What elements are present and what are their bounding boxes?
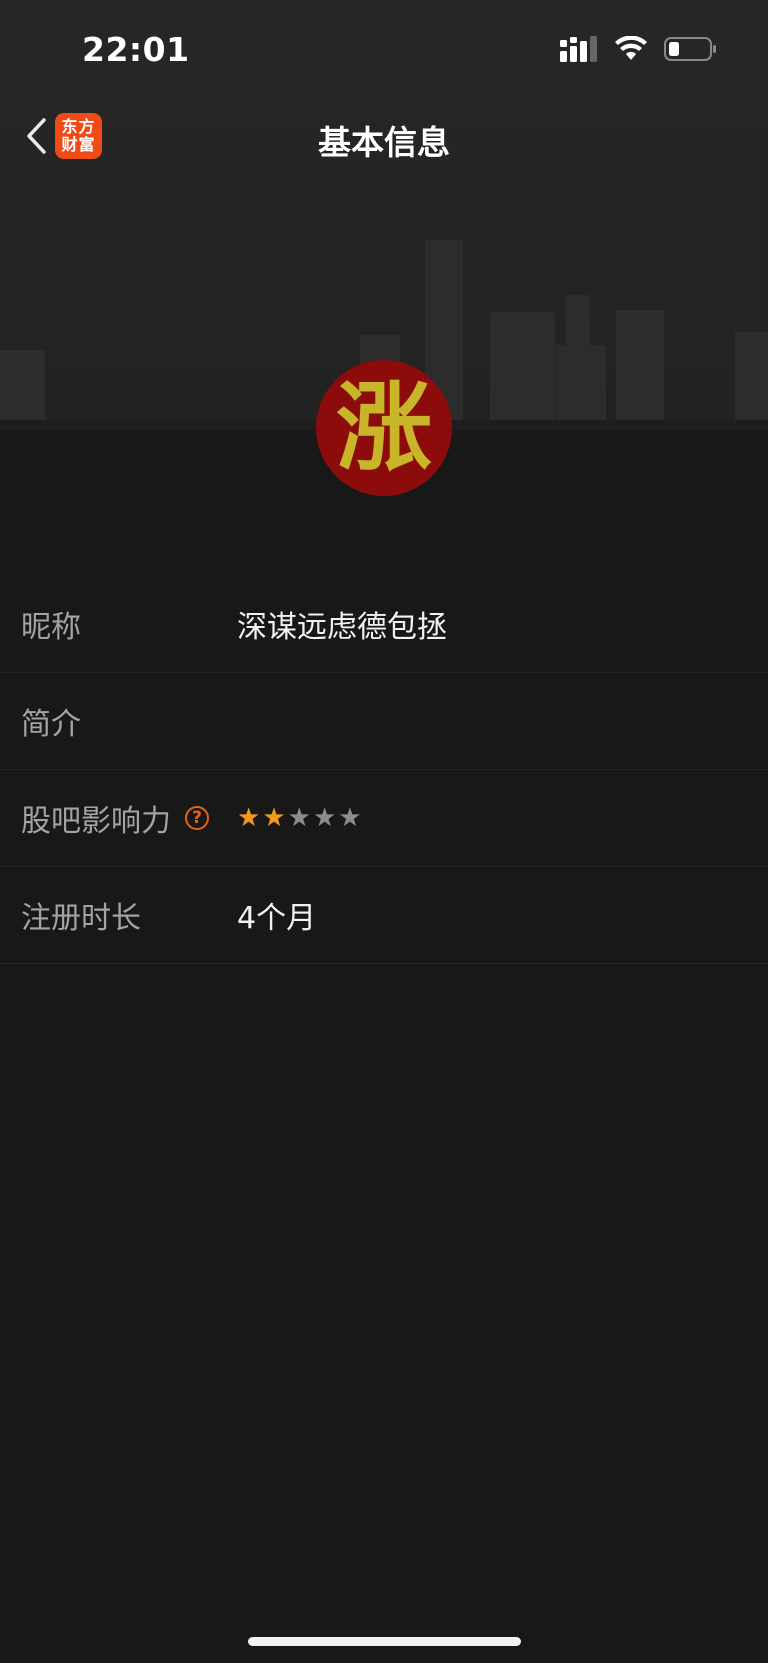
nickname-value: 深谋远虑德包拯 <box>237 610 447 645</box>
status-icons <box>560 36 718 62</box>
home-indicator[interactable] <box>248 1637 521 1646</box>
nav-bar: 东方 财富 基本信息 <box>0 100 768 172</box>
status-bar: 22:01 <box>0 0 768 100</box>
status-time: 22:01 <box>82 30 190 69</box>
info-list: 昵称 深谋远虑德包拯 简介 股吧影响力 ? ★ ★ ★ ★ ★ 注册时长 4个月 <box>0 576 768 964</box>
registration-label: 注册时长 <box>21 901 141 936</box>
bio-label: 简介 <box>21 707 81 742</box>
info-row-influence: 股吧影响力 ? ★ ★ ★ ★ ★ <box>0 770 768 867</box>
page-title: 基本信息 <box>318 123 450 162</box>
star-filled-icon: ★ <box>237 803 261 833</box>
star-empty-icon: ★ <box>338 803 362 833</box>
star-empty-icon: ★ <box>312 803 337 833</box>
star-rating: ★ ★ ★ ★ ★ <box>237 805 362 831</box>
wifi-icon <box>615 36 647 60</box>
star-empty-icon: ★ <box>287 803 311 833</box>
influence-label-group: 股吧影响力 ? <box>21 796 209 840</box>
avatar[interactable]: 涨 <box>316 360 452 496</box>
influence-rating: ★ ★ ★ ★ ★ <box>237 805 362 831</box>
info-row-nickname[interactable]: 昵称 深谋远虑德包拯 <box>0 576 768 673</box>
question-circle-icon[interactable]: ? <box>185 806 209 830</box>
nickname-label: 昵称 <box>21 610 81 645</box>
info-row-bio[interactable]: 简介 <box>0 673 768 770</box>
star-filled-icon: ★ <box>262 803 286 833</box>
avatar-character: 涨 <box>336 372 432 484</box>
battery-icon <box>664 37 716 61</box>
info-row-registration: 注册时长 4个月 <box>0 867 768 964</box>
influence-label: 股吧影响力 <box>21 804 171 839</box>
registration-value: 4个月 <box>237 901 317 936</box>
cellular-signal-icon <box>560 36 597 62</box>
